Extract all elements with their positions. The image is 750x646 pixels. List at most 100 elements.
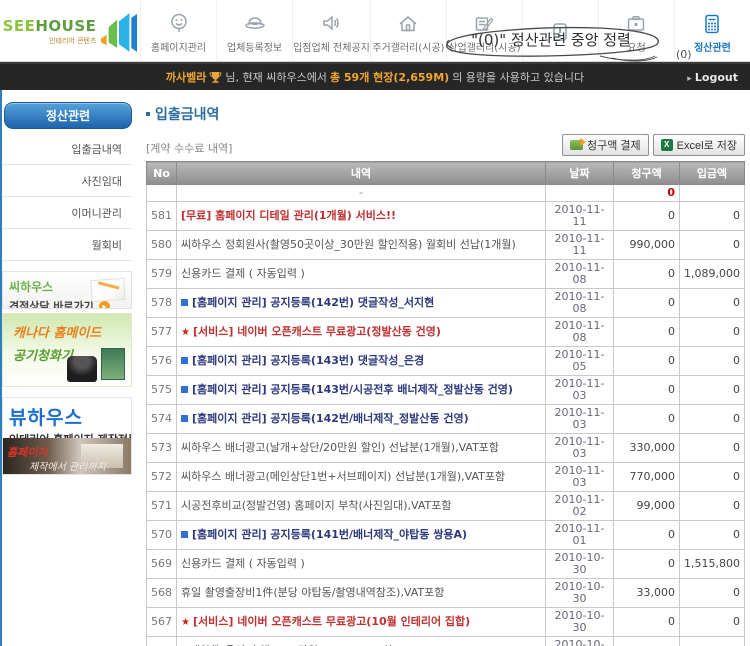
- table-row: 571시공전후비교(정발건영) 홈페이지 부착(사진임대),VAT포함2010-…: [147, 492, 745, 521]
- row-charge-amount: 0: [614, 550, 680, 579]
- usage-highlight: 총 59개 현장(2,659M): [330, 69, 449, 85]
- table-row: 570[홈페이지 관리] 공지등록(141번/배너제작_야탑동 쌍용A)2010…: [147, 521, 745, 550]
- row-date: 2010-11-08: [546, 260, 614, 289]
- row-description-link[interactable]: ★[서비스] 네이버 오픈캐스트 무료광고(10월 인테리어 집합): [177, 608, 546, 637]
- row-description-link[interactable]: 휴일 촬영출장비1件(분당 야탑동/촬영내역참조),VAT포함: [177, 579, 546, 608]
- row-charge-amount: 990,000: [614, 231, 680, 260]
- row-deposit-amount: 0: [680, 463, 745, 492]
- row-deposit-amount: 0: [680, 434, 745, 463]
- row-date: 2010-11-05: [546, 347, 614, 376]
- logout-link[interactable]: Logout: [687, 71, 738, 84]
- banner-quote-consult[interactable]: 씨하우스 견적상담 바로가기 ▸: [2, 271, 132, 309]
- row-date: 2010-10-30: [546, 579, 614, 608]
- logo-house-text: HOUSE: [35, 17, 96, 35]
- product-box-image: [101, 348, 125, 380]
- table-row: 566* 계약件:용인(총액1740만원+2%),VAT포함2010-10-27…: [147, 637, 745, 646]
- nav-homepage-manage[interactable]: 홈페이지관리: [140, 0, 216, 61]
- row-date: 2010-11-08: [546, 289, 614, 318]
- camera-icon: [623, 11, 649, 37]
- row-charge-amount: 99,000: [614, 492, 680, 521]
- row-description-link[interactable]: [홈페이지 관리] 공지등록(141번/배너제작_야탑동 쌍용A): [177, 521, 546, 550]
- table-row: 568휴일 촬영출장비1件(분당 야탑동/촬영내역참조),VAT포함2010-1…: [147, 579, 745, 608]
- exclamation-icon: [547, 19, 573, 45]
- row-description-link[interactable]: [홈페이지 관리] 공지등록(143번/시공전후 배너제작_정발산동 건영): [177, 376, 546, 405]
- row-number: 579: [147, 260, 177, 289]
- nav-residential-gallery[interactable]: 주거갤러리(시공): [370, 0, 446, 61]
- usage-message: 까사벨라 님, 현재 씨하우스에서 총 59개 현장(2,659M)의 용량을 …: [166, 69, 584, 85]
- red-star-icon: ★: [181, 617, 190, 628]
- row-description-link[interactable]: 신용카드 결제 ( 자동입력 ): [177, 260, 546, 289]
- row-charge-amount: 770,000: [614, 463, 680, 492]
- row-number: 573: [147, 434, 177, 463]
- row-description-link[interactable]: * 계약件:용인(총액1740만원+2%),VAT포함: [177, 637, 546, 646]
- summary-desc: -: [177, 185, 546, 202]
- row-date: 2010-11-03: [546, 405, 614, 434]
- banner-line1: 캐나다 홈메이드: [13, 322, 125, 341]
- row-date: 2010-10-30: [546, 608, 614, 637]
- nav-settlement[interactable]: 정산관련: [674, 0, 750, 61]
- row-description-link[interactable]: 씨하우스 정회원사(촬영50곳이상_30만원 할인적용) 월회비 선납(1개월): [177, 231, 546, 260]
- row-deposit-amount: 0: [680, 637, 745, 646]
- row-deposit-amount: 0: [680, 579, 745, 608]
- row-charge-amount: 382,800: [614, 637, 680, 646]
- row-description-link[interactable]: 씨하우스 배너광고(날개+상단/20만원 할인) 선납분(1개월),VAT포함: [177, 434, 546, 463]
- blue-square-icon: [181, 415, 188, 422]
- nav-label: 정산관련: [694, 39, 731, 54]
- row-description-link[interactable]: [홈페이지 관리] 공지등록(142번) 댓글작성_서지현: [177, 289, 546, 318]
- excel-save-button[interactable]: Excel로 저장: [653, 134, 745, 156]
- nav-all-notice[interactable]: 입점업체 전체공지: [292, 0, 370, 61]
- nav-label: 상업갤러리(시공): [448, 39, 520, 54]
- table-row: 574[홈페이지 관리] 공지등록(142번/배너제작_정발산동 건영)2010…: [147, 405, 745, 434]
- row-charge-amount: 0: [614, 347, 680, 376]
- sidebar-item-monthly-fee[interactable]: 월회비: [2, 229, 132, 261]
- table-subtitle: [계약 수수료 내역]: [146, 140, 232, 156]
- nav-photo-request[interactable]: 요청: [598, 0, 674, 61]
- row-number: 577: [147, 318, 177, 347]
- table-row: 575[홈페이지 관리] 공지등록(143번/시공전후 배너제작_정발산동 건영…: [147, 376, 745, 405]
- row-deposit-amount: 0: [680, 289, 745, 318]
- nav-label: 입점업체 전체공지: [293, 39, 370, 54]
- row-description-link[interactable]: 신용카드 결제 ( 자동입력 ): [177, 550, 546, 579]
- column-header-charge: 청구액: [614, 162, 680, 185]
- sidebar-item-emoney[interactable]: 이머니관리: [2, 197, 132, 229]
- banner-viewhouse[interactable]: 뷰하우스 인테리어 홈페이지 제작전문 홈페이지 제작에서 관리까지: [2, 397, 132, 475]
- hat-icon: [242, 11, 268, 37]
- nav-commercial-gallery[interactable]: 상업갤러리(시공): [446, 0, 522, 61]
- pay-charge-button[interactable]: 청구액 결제: [562, 134, 649, 156]
- row-description-link[interactable]: ★[서비스] 네이버 오픈캐스트 무료광고(정발산동 건영): [177, 318, 546, 347]
- row-description-link[interactable]: 시공전후비교(정발건영) 홈페이지 부착(사진임대),VAT포함: [177, 492, 546, 521]
- sidebar: 정산관련 입출금내역 사진임대 이머니관리 월회비 씨하우스 견적상담 바로가기…: [0, 90, 138, 646]
- row-date: 2010-11-02: [546, 492, 614, 521]
- pencil-paper-icon: [90, 278, 125, 302]
- excel-icon: [661, 139, 673, 151]
- logo-see-text: SEE: [3, 17, 36, 35]
- logo-mark-icon: [101, 10, 137, 52]
- nav-notice-manage[interactable]: [522, 0, 598, 61]
- row-description-link[interactable]: [홈페이지 관리] 공지등록(143번) 댓글작성_은경: [177, 347, 546, 376]
- row-number: 570: [147, 521, 177, 550]
- row-number: 569: [147, 550, 177, 579]
- sidebar-item-deposit-history[interactable]: 입출금내역: [2, 133, 132, 165]
- row-charge-amount: 33,000: [614, 579, 680, 608]
- sidebar-item-photo-rental[interactable]: 사진임대: [2, 165, 132, 197]
- page-title: 입출금내역: [146, 104, 745, 124]
- memo-pencil-icon: [471, 11, 497, 37]
- banner-air-purifier[interactable]: 캐나다 홈메이드 공기청화기: [2, 313, 132, 387]
- nav-company-info[interactable]: 업체등록정보: [216, 0, 292, 61]
- banner-label: 견적상담 바로가기: [9, 300, 94, 309]
- row-description-link[interactable]: [홈페이지 관리] 공지등록(142번/배너제작_정발산동 건영): [177, 405, 546, 434]
- row-date: 2010-11-03: [546, 463, 614, 492]
- column-header-desc: 내역: [177, 162, 546, 185]
- row-number: 566: [147, 637, 177, 646]
- nav-label: 업체등록정보: [227, 39, 282, 54]
- row-description-link[interactable]: 씨하우스 배너광고(메인상단1번+서브페이지) 선납분(1개월),VAT포함: [177, 463, 546, 492]
- row-description-link[interactable]: [무료] 홈페이지 디테일 관리(1개월) 서비스!!: [177, 202, 546, 231]
- table-row: 572씨하우스 배너광고(메인상단1번+서브페이지) 선납분(1개월),VAT포…: [147, 463, 745, 492]
- table-row: 569신용카드 결제 ( 자동입력 )2010-10-3001,515,800: [147, 550, 745, 579]
- column-header-no: No: [147, 162, 177, 185]
- smiley-face-icon: [166, 11, 192, 37]
- row-deposit-amount: 0: [680, 492, 745, 521]
- nav-label: 요청: [627, 39, 645, 54]
- row-charge-amount: 0: [614, 318, 680, 347]
- seehouse-logo[interactable]: SEEHOUSE 인테리어 콘텐츠: [0, 0, 140, 61]
